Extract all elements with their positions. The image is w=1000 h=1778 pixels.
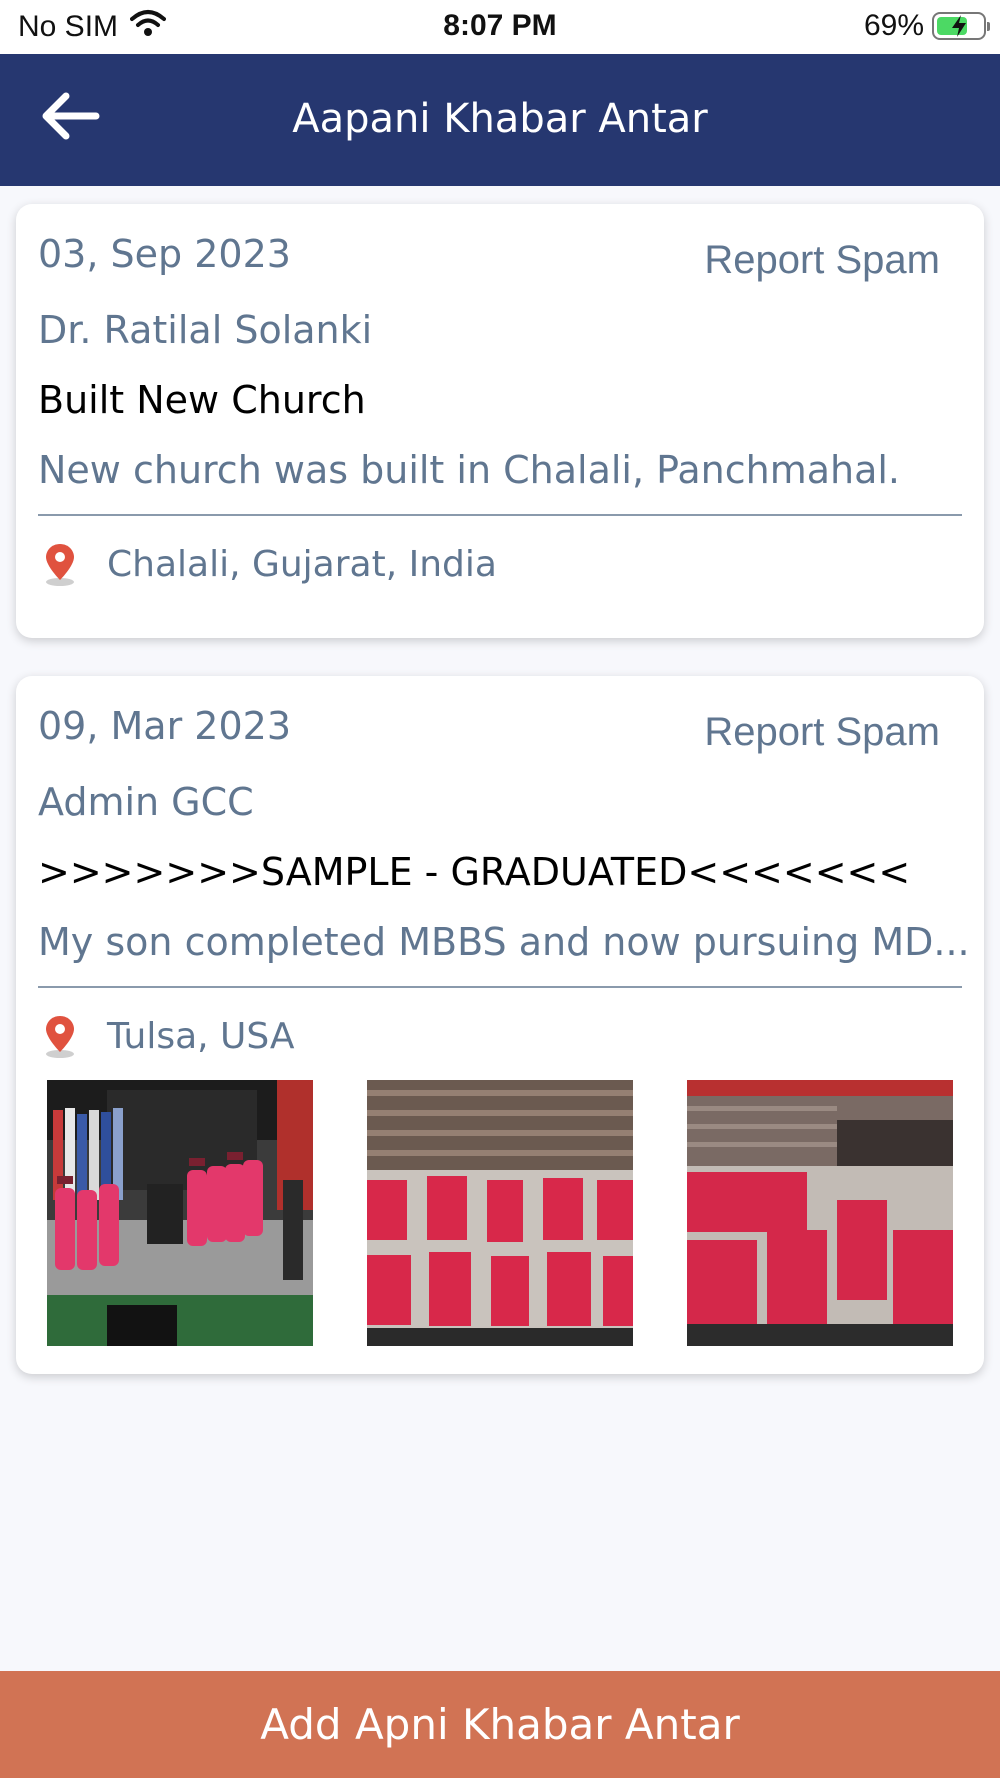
post-card[interactable]: 03, Sep 2023 Report Spam Dr. Ratilal Sol…	[16, 204, 984, 638]
divider	[38, 986, 962, 988]
status-right: 69%	[863, 9, 990, 43]
divider	[38, 514, 962, 516]
location-pin-icon	[46, 544, 74, 586]
page-title: Aapani Khabar Antar	[292, 96, 708, 142]
battery-percent: 69%	[863, 9, 924, 42]
post-author: Admin GCC	[38, 780, 254, 824]
post-card[interactable]: 09, Mar 2023 Report Spam Admin GCC >>>>>…	[16, 676, 984, 1374]
post-photos	[47, 1080, 955, 1346]
status-bar: No SIM 8:07 PM 69%	[0, 0, 1000, 54]
post-description: My son completed MBBS and now pursuing M…	[38, 920, 970, 964]
post-location: Chalali, Gujarat, India	[107, 544, 497, 585]
location-pin-icon	[46, 1016, 74, 1058]
post-author: Dr. Ratilal Solanki	[38, 308, 373, 352]
post-photo[interactable]	[687, 1080, 953, 1346]
post-description: New church was built in Chalali, Panchma…	[38, 448, 901, 492]
app-header: Aapani Khabar Antar	[0, 54, 1000, 186]
post-photo[interactable]	[367, 1080, 633, 1346]
report-spam-button[interactable]: Report Spam	[704, 710, 940, 755]
post-title: Built New Church	[38, 378, 366, 422]
battery-icon	[932, 12, 990, 40]
charging-bolt-icon	[952, 15, 966, 37]
add-khabar-button[interactable]: Add Apni Khabar Antar	[0, 1671, 1000, 1778]
post-location: Tulsa, USA	[107, 1016, 295, 1057]
status-time: 8:07 PM	[443, 9, 557, 42]
post-date: 03, Sep 2023	[38, 232, 291, 276]
post-date: 09, Mar 2023	[38, 704, 291, 748]
post-title: >>>>>>>SAMPLE - GRADUATED<<<<<<<	[38, 850, 911, 894]
report-spam-button[interactable]: Report Spam	[704, 238, 940, 283]
post-photo[interactable]	[47, 1080, 313, 1346]
